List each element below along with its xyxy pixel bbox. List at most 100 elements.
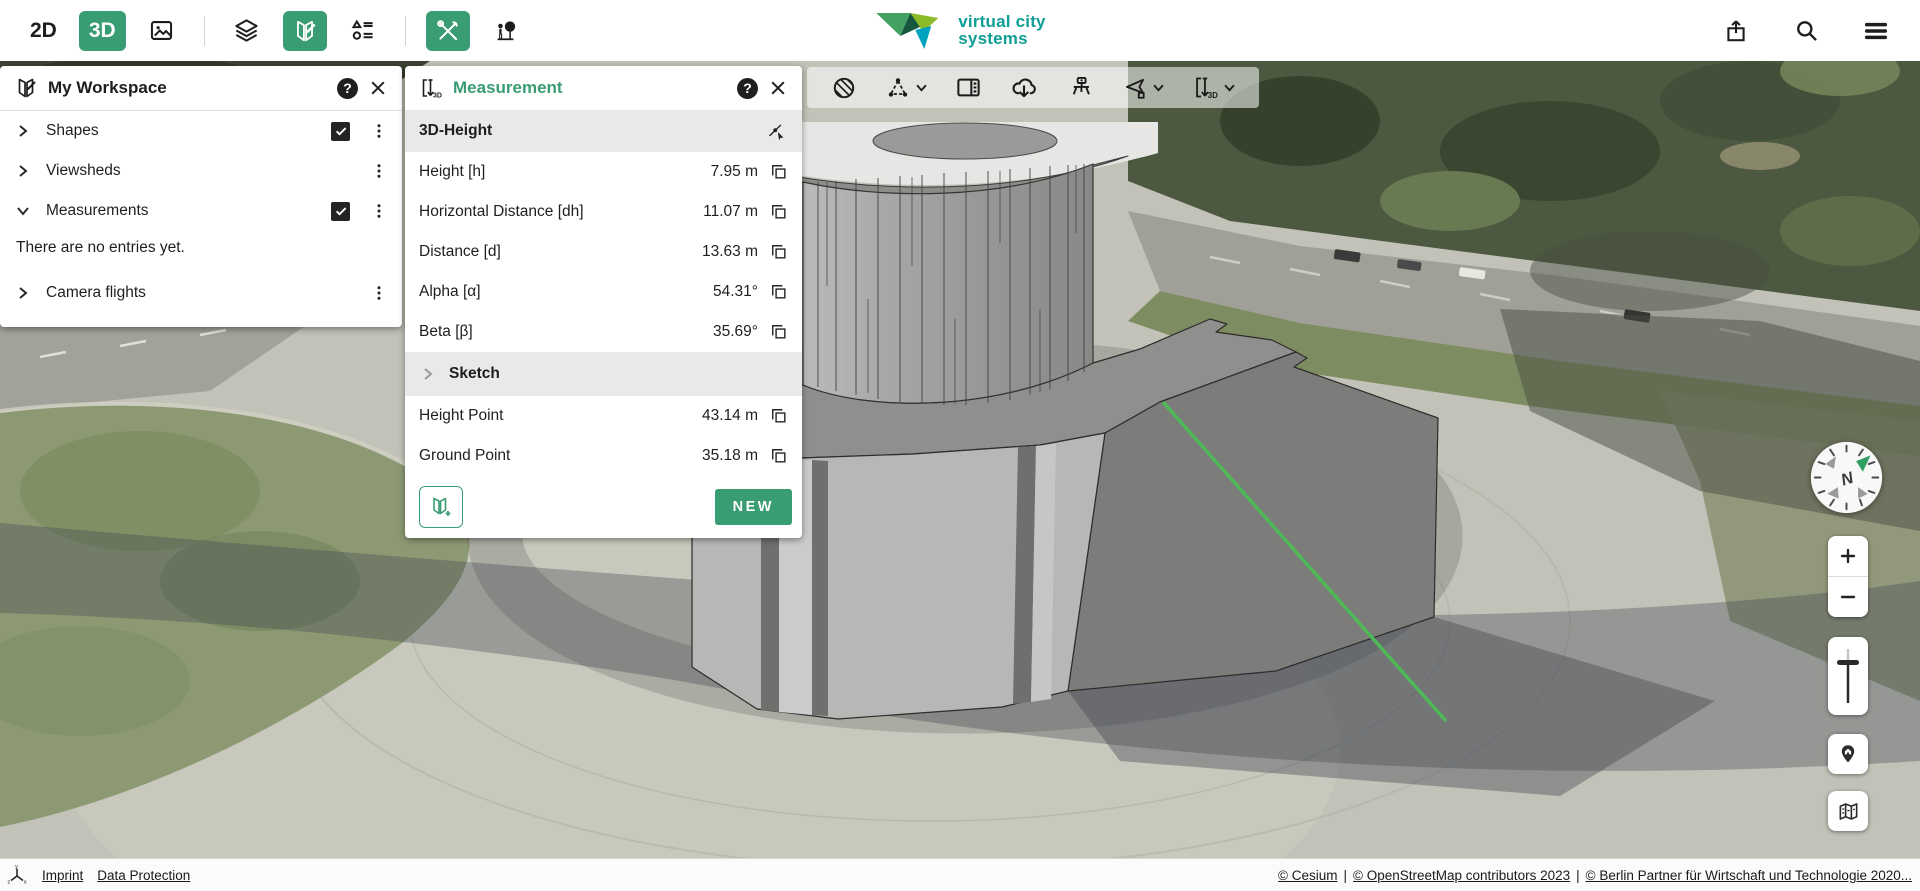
copy-icon[interactable] bbox=[768, 281, 790, 303]
measure-label: Horizontal Distance [dh] bbox=[419, 203, 584, 220]
sketch-section-toggle[interactable]: Sketch bbox=[405, 352, 802, 396]
draw-geometry-icon[interactable] bbox=[885, 75, 927, 101]
zoom-in-button[interactable] bbox=[1828, 536, 1868, 576]
copy-icon[interactable] bbox=[768, 321, 790, 343]
chevron-down-icon[interactable] bbox=[16, 204, 30, 218]
measure-row-height: Height [h] 7.95 m bbox=[405, 152, 802, 192]
measure-value: 13.63 m bbox=[701, 243, 758, 260]
sidebar-item-camera-flights[interactable]: Camera flights bbox=[0, 273, 402, 313]
chevron-right-icon[interactable] bbox=[16, 286, 30, 300]
search-icon[interactable] bbox=[1784, 11, 1828, 51]
sidebar-item-viewsheds[interactable]: Viewsheds bbox=[0, 151, 402, 191]
measure-row-ground-point: Ground Point 35.18 m bbox=[405, 436, 802, 476]
layers-icon[interactable] bbox=[225, 11, 269, 51]
sidebar-item-shapes[interactable]: Shapes bbox=[0, 111, 402, 151]
panel-title: My Workspace bbox=[48, 78, 167, 97]
pedestrian-icon[interactable] bbox=[484, 11, 528, 51]
download-icon[interactable] bbox=[1010, 74, 1038, 102]
chevron-down-icon bbox=[916, 84, 927, 92]
chevron-right-icon bbox=[421, 367, 435, 381]
camera-flight-icon[interactable] bbox=[1122, 75, 1164, 101]
attribution-osm-link[interactable]: © OpenStreetMap contributors 2023 bbox=[1353, 868, 1570, 883]
tree-item-label: Measurements bbox=[46, 202, 149, 219]
copy-icon[interactable] bbox=[768, 161, 790, 183]
home-pin-icon bbox=[1841, 745, 1855, 763]
split-view-icon[interactable] bbox=[955, 74, 982, 101]
measure-value: 43.14 m bbox=[701, 407, 758, 424]
svg-text:3D: 3D bbox=[1208, 91, 1218, 100]
mode-2d-button[interactable]: 2D bbox=[22, 13, 65, 49]
section-3d-height: 3D-Height bbox=[405, 110, 802, 152]
add-to-workspace-icon bbox=[433, 497, 451, 516]
measurement-panel: 3D Measurement 3D-Height Height [h] 7.95… bbox=[405, 66, 802, 538]
share-icon[interactable] bbox=[1714, 11, 1758, 51]
chevron-down-icon bbox=[1153, 84, 1164, 92]
measure-row-height-point: Height Point 43.14 m bbox=[405, 396, 802, 436]
kebab-menu-icon[interactable] bbox=[368, 120, 390, 142]
measure-value: 54.31° bbox=[713, 283, 758, 300]
kebab-menu-icon[interactable] bbox=[368, 282, 390, 304]
attribution-cesium-link[interactable]: © Cesium bbox=[1278, 868, 1337, 883]
measure-value: 11.07 m bbox=[703, 203, 758, 220]
data-protection-link[interactable]: Data Protection bbox=[97, 868, 190, 883]
copy-icon[interactable] bbox=[768, 201, 790, 223]
attribution-berlin-link[interactable]: © Berlin Partner für Wirtschaft und Tech… bbox=[1586, 868, 1912, 883]
visibility-checkbox[interactable] bbox=[331, 121, 350, 141]
divider bbox=[404, 15, 406, 46]
axis-orientation-icon: y z x bbox=[7, 864, 27, 885]
home-location-button[interactable] bbox=[1828, 734, 1868, 774]
svg-text:z: z bbox=[7, 879, 10, 885]
visibility-checkbox[interactable] bbox=[331, 201, 350, 221]
measurement-3d-icon[interactable]: 3D bbox=[1192, 74, 1235, 101]
add-to-workspace-button[interactable] bbox=[419, 486, 463, 528]
footer-bar: y z x Imprint Data Protection © Cesium | ©… bbox=[0, 858, 1920, 891]
legend-icon[interactable] bbox=[341, 11, 385, 51]
measurement-3d-icon: 3D bbox=[422, 79, 442, 100]
map-toolbar: 3D bbox=[807, 67, 1259, 108]
copy-icon[interactable] bbox=[768, 405, 790, 427]
overview-map-button[interactable] bbox=[1828, 791, 1868, 831]
viewshed-icon[interactable] bbox=[1067, 74, 1094, 101]
compass[interactable]: N bbox=[1808, 439, 1885, 516]
tools-icon[interactable] bbox=[425, 10, 470, 51]
attribution-separator: | bbox=[1576, 867, 1580, 883]
measure-row-alpha: Alpha [α] 54.31° bbox=[405, 272, 802, 312]
brand-logo: virtual city systems bbox=[874, 9, 1046, 53]
zoom-out-button[interactable] bbox=[1828, 577, 1868, 617]
sidebar-item-measurements[interactable]: Measurements bbox=[0, 191, 402, 231]
measure-label: Ground Point bbox=[419, 447, 511, 464]
menu-icon[interactable] bbox=[1854, 11, 1898, 51]
tree-item-label: Viewsheds bbox=[46, 162, 121, 179]
kebab-menu-icon[interactable] bbox=[368, 160, 390, 182]
chevron-right-icon[interactable] bbox=[16, 124, 30, 138]
chevron-down-icon bbox=[1224, 84, 1235, 92]
mode-3d-button[interactable]: 3D bbox=[78, 10, 126, 51]
measure-value: 35.69° bbox=[713, 323, 758, 340]
chevron-right-icon[interactable] bbox=[16, 164, 30, 178]
tree-item-label: Camera flights bbox=[46, 284, 146, 301]
panel-title: Measurement bbox=[453, 78, 563, 97]
my-workspace-icon[interactable] bbox=[282, 10, 327, 51]
help-icon[interactable] bbox=[737, 77, 758, 99]
measure-label: Height Point bbox=[419, 407, 504, 424]
imagery-icon[interactable] bbox=[140, 11, 184, 51]
edit-measurement-icon[interactable] bbox=[765, 120, 788, 143]
attribution-separator: | bbox=[1343, 867, 1348, 883]
copy-icon[interactable] bbox=[768, 445, 790, 467]
close-icon[interactable] bbox=[768, 78, 788, 98]
copy-icon[interactable] bbox=[768, 241, 790, 263]
camera-height-slider[interactable] bbox=[1828, 637, 1868, 715]
imprint-link[interactable]: Imprint bbox=[42, 868, 83, 883]
help-icon[interactable] bbox=[337, 77, 358, 99]
measure-row-horizontal-distance: Horizontal Distance [dh] 11.07 m bbox=[405, 192, 802, 232]
kebab-menu-icon[interactable] bbox=[368, 200, 390, 222]
overview-map-icon bbox=[1839, 802, 1857, 820]
tree-item-label: Shapes bbox=[46, 122, 99, 139]
terrain-shading-icon[interactable] bbox=[831, 75, 857, 101]
measure-label: Distance [d] bbox=[419, 243, 501, 260]
measure-label: Beta [β] bbox=[419, 323, 473, 340]
new-measurement-button[interactable]: NEW bbox=[714, 489, 792, 525]
slider-handle[interactable] bbox=[1837, 660, 1859, 665]
close-icon[interactable] bbox=[368, 78, 388, 98]
empty-state-text: There are no entries yet. bbox=[16, 239, 185, 256]
